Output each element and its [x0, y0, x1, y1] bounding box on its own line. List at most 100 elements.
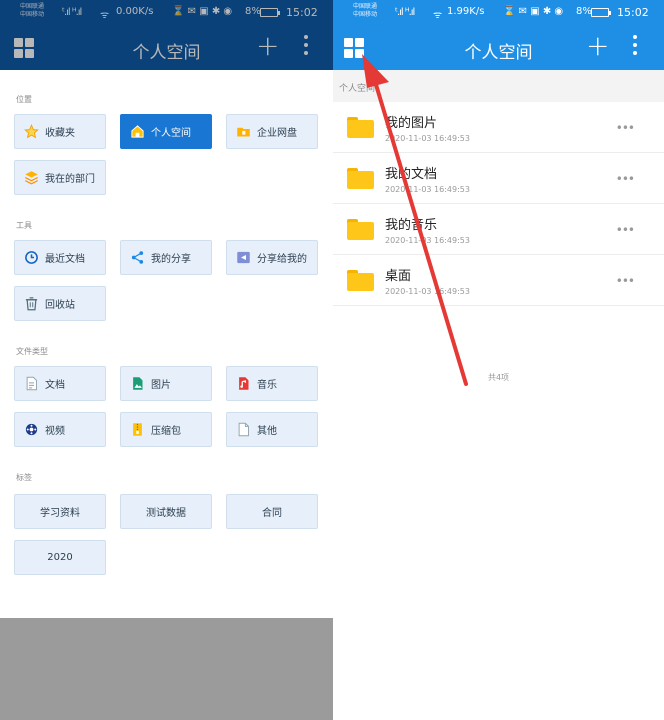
tile-videos[interactable]: 视频 [14, 412, 106, 447]
file-date: 2020-11-03 16:49:53 [385, 134, 470, 143]
carrier-2: 中国移动 [353, 11, 378, 18]
file-name: 桌面 [385, 269, 412, 284]
tile-personal-space[interactable]: 个人空间 [120, 114, 212, 149]
section-label-tags: 标签 [16, 473, 32, 482]
tile-label: 压缩包 [151, 426, 181, 437]
wifi-icon: ᯤ [433, 10, 442, 21]
home-folder-icon [129, 124, 145, 140]
file-date: 2020-11-03 16:49:53 [385, 185, 470, 194]
tile-shared-with-me[interactable]: 分享给我的 [226, 240, 318, 275]
network-speed: 0.00K/s [116, 6, 154, 17]
breadcrumb: 个人空间 [333, 70, 664, 102]
file-name: 我的音乐 [385, 218, 438, 233]
item-count: 共4项 [487, 373, 510, 382]
battery-icon [260, 8, 280, 17]
tag-2020[interactable]: 2020 [14, 540, 106, 575]
tag-test-data[interactable]: 测试数据 [120, 494, 212, 529]
image-icon [129, 376, 145, 392]
tile-label: 图片 [151, 380, 171, 391]
tile-label: 最近文档 [45, 254, 85, 265]
network-speed: 1.99K/s [447, 6, 485, 17]
tile-enterprise-drive[interactable]: 企业网盘 [226, 114, 318, 149]
shared-with-me-icon [235, 250, 251, 266]
tile-label: 收藏夹 [45, 128, 75, 139]
dimmed-background [0, 618, 333, 720]
tile-label: 文档 [45, 380, 65, 391]
tile-label: 我的分享 [151, 254, 191, 265]
status-icons: ⌛ ✉ ▣ ✱ ◉ [503, 6, 564, 17]
tile-my-shares[interactable]: 我的分享 [120, 240, 212, 275]
tile-archives[interactable]: 压缩包 [120, 412, 212, 447]
battery-icon [591, 8, 611, 17]
plus-icon[interactable]: + [586, 32, 609, 60]
folder-icon [347, 219, 374, 240]
tile-my-department[interactable]: 我在的部门 [14, 160, 106, 195]
music-icon [235, 376, 251, 392]
tile-label: 回收站 [45, 300, 75, 311]
screenshot-stage: 中国联通 中国移动 ᵗ.ıl ᴴ.ıl ᯤ 0.00K/s ⌛ ✉ ▣ ✱ ◉ … [0, 0, 664, 720]
folder-icon [347, 270, 374, 291]
folder-icon [347, 117, 374, 138]
section-label-tools: 工具 [16, 221, 32, 230]
clock: 15:02 [286, 6, 318, 19]
carrier-1: 中国联通 [353, 3, 378, 10]
other-file-icon [235, 422, 251, 438]
tile-favorites[interactable]: 收藏夹 [14, 114, 106, 149]
file-date: 2020-11-03 16:49:53 [385, 236, 470, 245]
more-horiz-icon[interactable]: ••• [616, 275, 635, 287]
section-label-filetypes: 文件类型 [16, 347, 48, 356]
carrier-2: 中国移动 [20, 11, 45, 18]
tile-label: 其他 [257, 426, 277, 437]
tile-label: 个人空间 [151, 128, 191, 139]
tag-contracts[interactable]: 合同 [226, 494, 318, 529]
more-horiz-icon[interactable]: ••• [616, 122, 635, 134]
signal-icon: ᵗ.ıl ᴴ.ıl [62, 7, 82, 18]
more-horiz-icon[interactable]: ••• [616, 224, 635, 236]
app-bar: 个人空间 + [0, 27, 333, 70]
folder-icon [347, 168, 374, 189]
status-bar: 中国联通 中国移动 ᵗ.ıl ᴴ.ıl ᯤ 1.99K/s ⌛ ✉ ▣ ✱ ◉ … [333, 0, 664, 27]
carrier-labels: 中国联通 中国移动 [20, 3, 44, 19]
file-date: 2020-11-03 16:49:53 [385, 287, 470, 296]
tile-label: 分享给我的 [257, 254, 307, 265]
more-horiz-icon[interactable]: ••• [616, 173, 635, 185]
star-icon [23, 124, 39, 140]
video-icon [23, 422, 39, 438]
plus-icon[interactable]: + [256, 32, 279, 60]
trash-icon [23, 296, 39, 312]
list-item[interactable]: 我的音乐 2020-11-03 16:49:53 ••• [333, 204, 664, 255]
file-name: 我的图片 [385, 116, 438, 131]
wifi-icon: ᯤ [100, 10, 109, 21]
carrier-labels: 中国联通 中国移动 [353, 3, 377, 19]
tile-images[interactable]: 图片 [120, 366, 212, 401]
left-phone-screen: 中国联通 中国移动 ᵗ.ıl ᴴ.ıl ᯤ 0.00K/s ⌛ ✉ ▣ ✱ ◉ … [0, 0, 333, 720]
status-icons: ⌛ ✉ ▣ ✱ ◉ [172, 6, 233, 17]
share-icon [129, 250, 145, 266]
tile-label: 音乐 [257, 380, 277, 391]
clock-icon [23, 250, 39, 266]
list-item[interactable]: 我的图片 2020-11-03 16:49:53 ••• [333, 102, 664, 153]
section-label-location: 位置 [16, 95, 32, 104]
tile-recent-docs[interactable]: 最近文档 [14, 240, 106, 275]
carrier-1: 中国联通 [20, 3, 45, 10]
tile-music[interactable]: 音乐 [226, 366, 318, 401]
more-vert-icon[interactable] [304, 35, 308, 59]
battery-percent: 8% [576, 6, 592, 17]
signal-icon: ᵗ.ıl ᴴ.ıl [395, 7, 415, 18]
more-vert-icon[interactable] [633, 35, 637, 59]
list-item[interactable]: 桌面 2020-11-03 16:49:53 ••• [333, 255, 664, 306]
tile-recycle-bin[interactable]: 回收站 [14, 286, 106, 321]
clock: 15:02 [617, 6, 649, 19]
drawer-menu: 位置 收藏夹 个人空间 企业网盘 我在的部门 工具 最近文档 我的分享 分享给我… [0, 70, 333, 618]
tile-label: 企业网盘 [257, 128, 297, 139]
file-name: 我的文档 [385, 167, 438, 182]
tile-documents[interactable]: 文档 [14, 366, 106, 401]
tag-study-materials[interactable]: 学习资料 [14, 494, 106, 529]
tile-other-files[interactable]: 其他 [226, 412, 318, 447]
breadcrumb-current[interactable]: 个人空间 [339, 81, 375, 94]
tile-label: 我在的部门 [45, 174, 95, 185]
page-title: 个人空间 [132, 43, 201, 63]
enterprise-folder-icon [235, 124, 251, 140]
list-item[interactable]: 我的文档 2020-11-03 16:49:53 ••• [333, 153, 664, 204]
archive-icon [129, 422, 145, 438]
